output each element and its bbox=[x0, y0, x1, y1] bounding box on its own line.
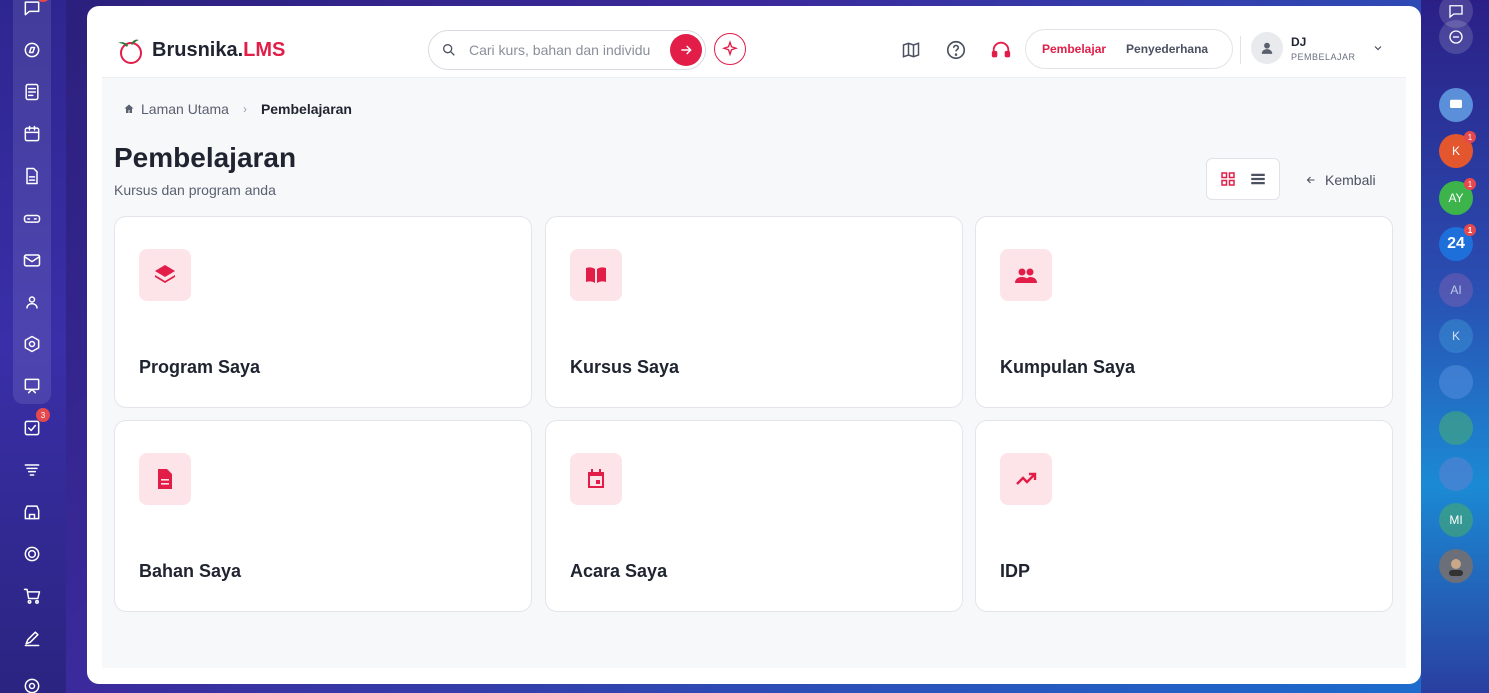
card-program-saya[interactable]: Program Saya bbox=[114, 216, 532, 408]
page-title: Pembelajaran bbox=[114, 142, 297, 173]
document-list-icon[interactable] bbox=[18, 78, 46, 106]
left-sidebar: 6 3 bbox=[0, 0, 66, 693]
search-icon bbox=[443, 44, 455, 56]
arrow-left-icon bbox=[1306, 176, 1315, 184]
view-toggle[interactable] bbox=[1206, 158, 1280, 200]
list-view-icon[interactable] bbox=[1249, 170, 1267, 188]
brand-logo[interactable]: Brusnika.LMS bbox=[114, 33, 285, 67]
card-kursus-saya[interactable]: Kursus Saya bbox=[545, 216, 963, 408]
avatar-badge: 1 bbox=[1464, 178, 1476, 190]
edit-icon[interactable] bbox=[18, 624, 46, 652]
role-switcher[interactable]: Pembelajar Penyederhana bbox=[1025, 29, 1233, 69]
users-icon[interactable] bbox=[18, 288, 46, 316]
card-idp[interactable]: IDP bbox=[975, 420, 1393, 612]
back-button[interactable]: Kembali bbox=[1305, 172, 1376, 188]
headset-icon[interactable] bbox=[18, 204, 46, 232]
breadcrumb-current: Pembelajaran bbox=[260, 101, 352, 117]
card-kumpulan-saya[interactable]: Kumpulan Saya bbox=[975, 216, 1393, 408]
contact-avatar[interactable]: MI bbox=[1439, 503, 1473, 537]
hexagon-icon[interactable] bbox=[18, 330, 46, 358]
user-avatar bbox=[1251, 32, 1283, 64]
target-icon[interactable] bbox=[18, 540, 46, 568]
person-icon bbox=[1261, 42, 1273, 54]
settings-icon[interactable] bbox=[18, 672, 46, 693]
bookmark-icon[interactable] bbox=[1439, 457, 1473, 491]
main-panel: Brusnika.LMS Pembelajar Penyederhana bbox=[87, 6, 1421, 684]
compass-icon[interactable] bbox=[18, 36, 46, 64]
grid-view-icon[interactable] bbox=[1219, 170, 1237, 188]
presentation-icon[interactable] bbox=[18, 372, 46, 400]
header-divider bbox=[1240, 36, 1241, 64]
cart-icon[interactable] bbox=[18, 582, 46, 610]
ai-sparkle-button[interactable] bbox=[714, 33, 746, 65]
avatar-badge: 1 bbox=[1464, 224, 1476, 236]
map-icon[interactable] bbox=[900, 39, 922, 61]
table-icon[interactable] bbox=[1439, 411, 1473, 445]
calendar-icon[interactable] bbox=[18, 120, 46, 148]
contact-avatar[interactable]: K bbox=[1439, 319, 1473, 353]
document-icon bbox=[139, 453, 191, 505]
tasks-badge: 3 bbox=[36, 408, 50, 422]
file-icon[interactable] bbox=[18, 162, 46, 190]
avatar-initials: AY bbox=[1448, 191, 1464, 205]
avatar-initials: 24 bbox=[1447, 235, 1465, 252]
contact-avatar[interactable]: K 1 bbox=[1439, 131, 1476, 168]
breadcrumb-separator: › bbox=[242, 102, 247, 116]
content-area: Laman Utama › Pembelajaran Pembelajaran … bbox=[102, 78, 1406, 668]
mail-icon[interactable] bbox=[18, 246, 46, 274]
chat-icon[interactable]: 6 bbox=[18, 0, 50, 22]
user-role: PEMBELAJAR bbox=[1291, 51, 1356, 62]
event-icon bbox=[570, 453, 622, 505]
card-acara-saya[interactable]: Acara Saya bbox=[545, 420, 963, 612]
card-label: Kumpulan Saya bbox=[1000, 357, 1136, 377]
breadcrumb: Laman Utama › Pembelajaran bbox=[123, 101, 352, 117]
sparkle-icon bbox=[721, 40, 739, 57]
search-submit-button[interactable] bbox=[670, 34, 702, 66]
avatar-initials: AI bbox=[1450, 283, 1462, 297]
role-option-moderator[interactable]: Penyederhana bbox=[1116, 36, 1218, 62]
berry-logo-icon bbox=[118, 39, 142, 64]
messages-icon[interactable] bbox=[1439, 88, 1473, 122]
support-icon[interactable] bbox=[990, 39, 1012, 61]
user-photo-avatar[interactable] bbox=[1439, 549, 1473, 583]
breadcrumb-home[interactable]: Laman Utama bbox=[123, 101, 229, 117]
search-input[interactable] bbox=[469, 42, 659, 58]
card-bahan-saya[interactable]: Bahan Saya bbox=[114, 420, 532, 612]
logo-text: Brusnika.LMS bbox=[152, 38, 286, 61]
contact-avatar[interactable]: 24 1 bbox=[1439, 224, 1476, 261]
group-icon bbox=[1000, 249, 1052, 301]
card-label: Kursus Saya bbox=[570, 357, 680, 377]
avatar-initials: K bbox=[1451, 144, 1460, 158]
avatar-badge: 1 bbox=[1464, 131, 1476, 143]
user-name: DJ bbox=[1291, 34, 1307, 49]
chevron-down-icon[interactable] bbox=[1372, 42, 1384, 54]
card-label: IDP bbox=[1000, 561, 1031, 581]
layers-icon bbox=[139, 249, 191, 301]
checkbox-icon[interactable]: 3 bbox=[18, 408, 50, 442]
camera-icon[interactable] bbox=[1439, 365, 1473, 399]
store-icon[interactable] bbox=[18, 498, 46, 526]
user-menu[interactable]: DJ PEMBELAJAR bbox=[1251, 32, 1384, 64]
search-box[interactable] bbox=[428, 30, 706, 70]
arrow-right-icon bbox=[681, 45, 692, 55]
help-icon[interactable] bbox=[945, 39, 967, 61]
card-label: Acara Saya bbox=[570, 561, 668, 581]
role-option-learner[interactable]: Pembelajar bbox=[1032, 36, 1116, 62]
page-subtitle: Kursus dan program anda bbox=[114, 182, 276, 198]
trending-up-icon bbox=[1000, 453, 1052, 505]
support-chat-icon[interactable] bbox=[1439, 20, 1473, 54]
card-label: Bahan Saya bbox=[139, 561, 242, 581]
contact-avatar[interactable]: AI bbox=[1439, 273, 1473, 307]
home-icon bbox=[124, 104, 134, 113]
contact-avatar[interactable]: AY 1 bbox=[1439, 178, 1476, 215]
avatar-initials: K bbox=[1451, 329, 1460, 343]
avatar-initials: MI bbox=[1449, 513, 1463, 527]
top-bar: Brusnika.LMS Pembelajar Penyederhana bbox=[102, 6, 1406, 78]
card-label: Program Saya bbox=[139, 357, 261, 377]
funnel-icon[interactable] bbox=[18, 456, 46, 484]
book-icon bbox=[570, 249, 622, 301]
